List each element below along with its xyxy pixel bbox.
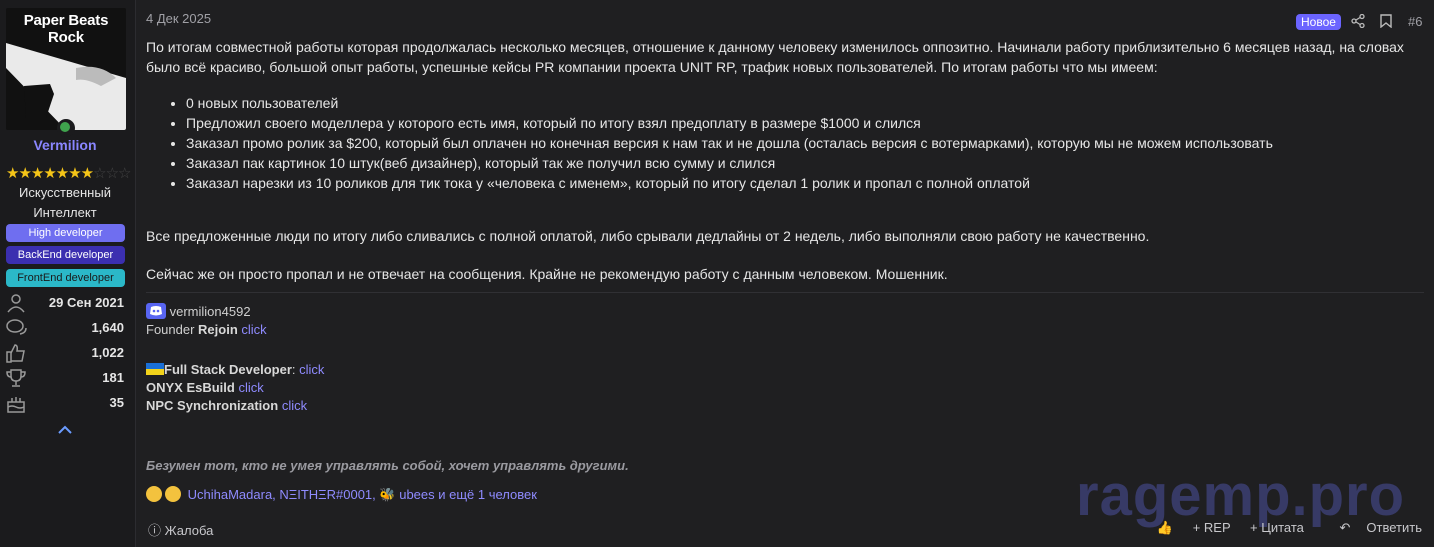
report-button[interactable]: ⓘ Жалоба xyxy=(148,520,213,539)
messages-icon xyxy=(6,319,27,335)
warning-icon: ⓘ xyxy=(148,523,162,538)
user-icon xyxy=(7,294,25,313)
like-icon: 👍 xyxy=(1156,520,1174,535)
avatar-brand-text: Paper Beats Rock xyxy=(23,12,109,46)
badge-frontend-developer: FrontEnd developer xyxy=(6,269,125,287)
npc-line: NPC Synchronization click xyxy=(146,397,324,415)
stat-value: 1,022 xyxy=(91,345,124,360)
share-icon[interactable] xyxy=(1351,14,1365,28)
new-badge: Новое xyxy=(1296,14,1341,30)
cake-icon xyxy=(7,397,25,413)
fullstack-link[interactable]: click xyxy=(299,362,324,377)
bookmark-icon[interactable] xyxy=(1380,14,1392,28)
stat-age: 35 xyxy=(0,393,130,413)
signature-divider xyxy=(146,292,1424,293)
star-filled-icon: ★★★★★★★ xyxy=(6,165,94,182)
npc-label: NPC Synchronization xyxy=(146,398,279,413)
list-item: Заказал нарезки из 10 роликов для тик то… xyxy=(186,173,1426,193)
fullstack-line: Full Stack Developer: click xyxy=(146,361,324,379)
stat-value: 181 xyxy=(102,370,124,385)
reactions-bar[interactable]: UchihaMadara, NΞITHΞR#0001, 🐝 ubees и ещ… xyxy=(146,486,537,503)
watermark: ragemp.pro xyxy=(1076,463,1406,528)
online-status-icon xyxy=(57,119,75,137)
rep-label: + REP xyxy=(1192,520,1231,535)
username[interactable]: Vermilion xyxy=(0,137,130,153)
post-intro: По итогам совместной работы которая прод… xyxy=(146,39,1404,75)
badge-high-developer: High developer xyxy=(6,224,125,242)
founder-name: Rejoin xyxy=(198,322,238,337)
list-item: 0 новых пользователей xyxy=(186,93,1426,113)
onyx-link[interactable]: click xyxy=(238,380,263,395)
list-item: Заказал пак картинок 10 штук(веб дизайне… xyxy=(186,153,1426,173)
star-empty-icon: ☆☆☆ xyxy=(93,165,131,182)
post-list: 0 новых пользователей Предложил своего м… xyxy=(146,93,1426,193)
bee-icon: 🐝 xyxy=(379,487,396,502)
fullstack-label: Full Stack Developer xyxy=(164,362,292,377)
stat-trophies: 181 xyxy=(0,368,130,388)
reply-arrow-icon: ↶ xyxy=(1339,520,1351,535)
stat-value: 29 Сен 2021 xyxy=(48,295,124,310)
discord-tag: vermilion4592 xyxy=(169,304,251,319)
discord-icon xyxy=(146,303,166,319)
reaction-users[interactable]: UchihaMadara, NΞITHΞR#0001, xyxy=(188,487,376,502)
reply-label: Ответить xyxy=(1366,520,1422,535)
list-item: Заказал промо ролик за $200, который был… xyxy=(186,133,1426,153)
post-body: По итогам совместной работы которая прод… xyxy=(146,37,1426,284)
founder-line: Founder Rejoin click xyxy=(146,321,324,339)
post-actions: 👍 + REP + Цитата ↶ Ответить xyxy=(1125,520,1422,536)
stat-likes: 1,022 xyxy=(0,343,130,363)
onyx-label: ONYX EsBuild xyxy=(146,380,235,395)
badge-backend-developer: BackEnd developer xyxy=(6,246,125,264)
rank-stars: ★★★★★★★☆☆☆ xyxy=(6,164,131,182)
signature: vermilion4592 Founder Rejoin click Full … xyxy=(146,303,324,415)
npc-link[interactable]: click xyxy=(282,398,307,413)
stat-value: 35 xyxy=(109,395,124,410)
ukraine-flag-icon xyxy=(146,363,164,375)
avatar[interactable]: Paper Beats Rock xyxy=(6,8,126,130)
stat-value: 1,640 xyxy=(91,320,124,335)
post-paragraph: Сейчас же он просто пропал и не отвечает… xyxy=(146,266,948,282)
stat-messages: 1,640 xyxy=(0,318,130,338)
founder-prefix: Founder xyxy=(146,322,199,337)
rejoin-link[interactable]: click xyxy=(241,322,266,337)
chevron-up-icon[interactable] xyxy=(57,424,73,436)
list-item: Предложил своего моделлера у которого ес… xyxy=(186,113,1426,133)
post-number[interactable]: #6 xyxy=(1408,14,1422,29)
trophy-icon xyxy=(6,369,26,387)
signature-quote: Безумен тот, кто не умея управлять собой… xyxy=(146,458,629,473)
shocked-face-icon xyxy=(165,486,181,502)
reply-button[interactable]: ↶ Ответить xyxy=(1324,520,1422,535)
sad-face-icon xyxy=(146,486,162,502)
like-icon xyxy=(6,344,25,363)
post-paragraph: Все предложенные люди по итогу либо слив… xyxy=(146,228,1150,244)
rep-button[interactable]: 👍 + REP xyxy=(1141,520,1231,535)
reaction-more[interactable]: ubees и ещё 1 человек xyxy=(399,487,537,502)
quote-button[interactable]: + Цитата xyxy=(1250,520,1304,535)
post-date[interactable]: 4 Дек 2025 xyxy=(146,11,211,26)
user-title: Искусственный Интеллект xyxy=(19,185,111,220)
stat-joined: 29 Сен 2021 xyxy=(0,293,130,313)
discord-line: vermilion4592 xyxy=(146,303,324,321)
user-sidebar: Paper Beats Rock Vermilion ★★★★★★★☆☆☆ Ис… xyxy=(0,0,136,547)
onyx-line: ONYX EsBuild click xyxy=(146,379,324,397)
report-label: Жалоба xyxy=(164,523,214,538)
